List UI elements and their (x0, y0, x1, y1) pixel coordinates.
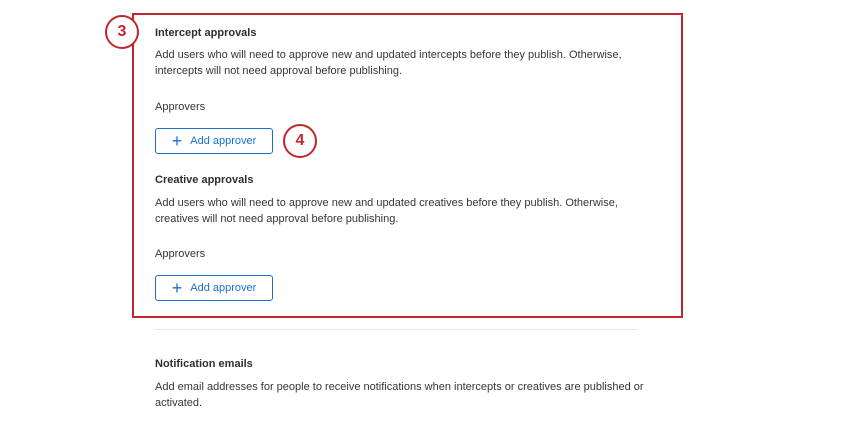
callout-3: 3 (105, 15, 139, 49)
notification-emails-desc: Add email addresses for people to receiv… (155, 381, 644, 409)
creative-approvals-title: Creative approvals (155, 174, 254, 186)
plus-icon: + (171, 131, 183, 151)
callout-4: 4 (283, 124, 317, 158)
creative-approvals-desc: Add users who will need to approve new a… (155, 197, 618, 225)
intercept-approvers-label: Approvers (155, 101, 206, 113)
divider (155, 329, 638, 330)
plus-icon: + (171, 278, 183, 298)
intercept-approvals-title: Intercept approvals (155, 27, 257, 39)
creative-approvers-label: Approvers (155, 248, 206, 260)
notification-emails-title: Notification emails (155, 358, 253, 370)
add-intercept-approver-button[interactable]: + Add approver (155, 128, 273, 154)
button-label: Add approver (190, 135, 257, 147)
add-creative-approver-button[interactable]: + Add approver (155, 275, 273, 301)
button-label: Add approver (190, 282, 257, 294)
intercept-approvals-desc: Add users who will need to approve new a… (155, 49, 622, 77)
